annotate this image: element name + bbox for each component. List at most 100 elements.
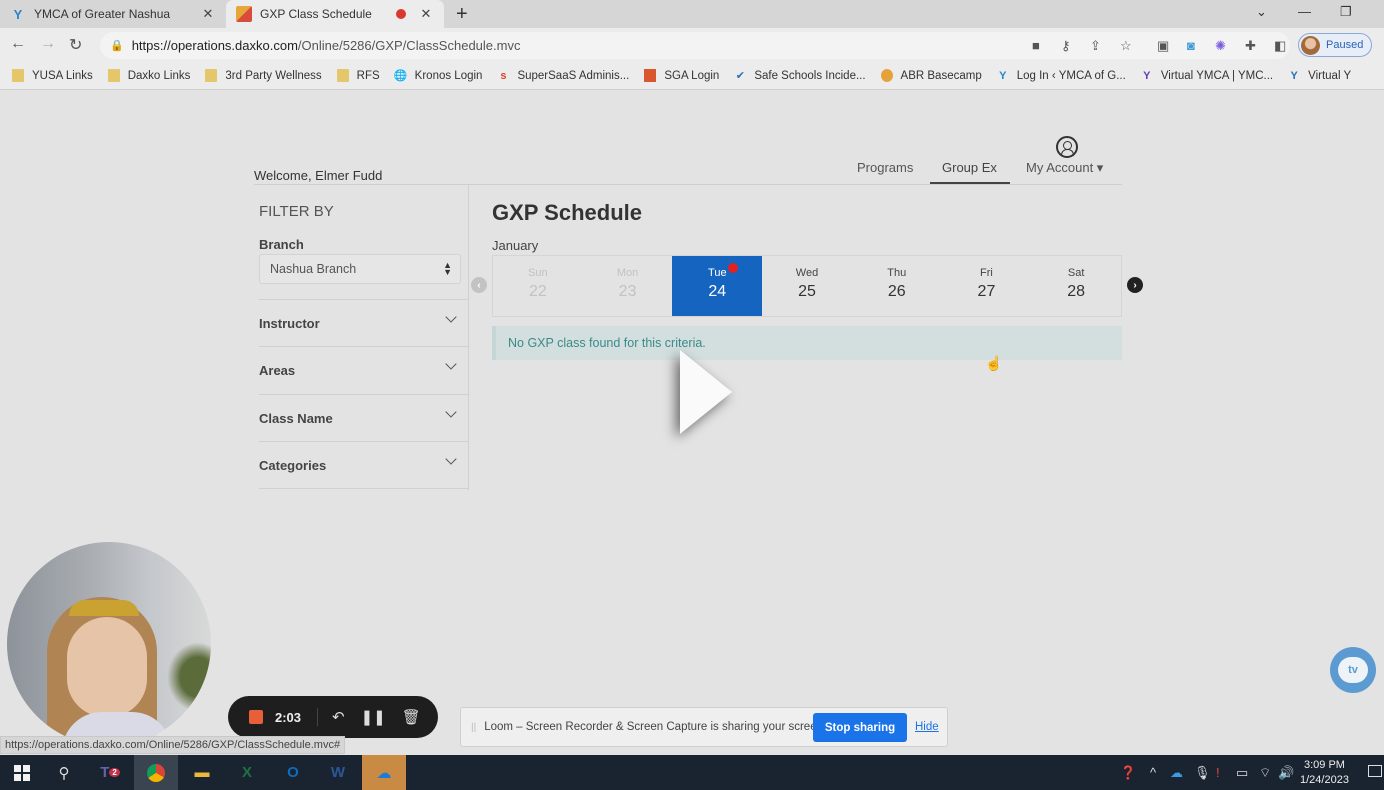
hide-link[interactable]: Hide <box>915 721 939 733</box>
undo-icon[interactable]: ↶ <box>332 708 345 726</box>
screen-share-notice: || Loom – Screen Recorder & Screen Captu… <box>460 707 948 747</box>
filter-class-name[interactable]: Class Name <box>259 394 469 441</box>
address-bar[interactable]: 🔒 https://operations.daxko.com/Online/52… <box>100 32 1290 59</box>
webcam-bubble[interactable] <box>7 542 211 746</box>
word-icon[interactable]: W <box>316 755 360 790</box>
extension-icon[interactable]: ▣ <box>1157 38 1169 54</box>
tab-gxp-schedule[interactable]: GXP Class Schedule ✕ <box>226 0 444 28</box>
excel-icon[interactable]: X <box>225 755 269 790</box>
branch-select[interactable]: Nashua Branch ▲ ▼ <box>259 254 461 284</box>
notification-center-icon[interactable] <box>1368 765 1382 777</box>
extensions-puzzle-icon[interactable]: ✚ <box>1245 38 1256 54</box>
filter-categories[interactable]: Categories <box>259 441 469 488</box>
filter-divider <box>259 488 469 489</box>
new-tab-button[interactable]: + <box>456 3 468 26</box>
bookmark-label: YUSA Links <box>32 69 93 82</box>
minimize-button[interactable]: — <box>1298 4 1311 19</box>
day-fri[interactable]: Fri 27 <box>942 256 1032 316</box>
onedrive-tray-icon[interactable]: ☁ <box>1170 765 1183 781</box>
back-button[interactable]: ← <box>10 35 26 53</box>
recording-tray-icon[interactable]: ! <box>1216 765 1220 780</box>
bookmark-star-icon[interactable]: ☆ <box>1120 38 1132 54</box>
next-week-button[interactable]: › <box>1127 277 1143 293</box>
bookmark-label: 3rd Party Wellness <box>225 69 322 82</box>
url-path: /Online/5286/GXP/ClassSchedule.mvc <box>297 38 521 53</box>
help-icon[interactable]: ❓ <box>1120 765 1136 781</box>
loom-extension-icon[interactable]: ◙ <box>1187 38 1195 53</box>
show-hidden-icons[interactable]: ^ <box>1150 765 1156 780</box>
link-status-bar: https://operations.daxko.com/Online/5286… <box>0 736 346 754</box>
forward-button[interactable]: → <box>40 35 56 53</box>
user-account-icon[interactable] <box>1056 136 1078 158</box>
day-name: Thu <box>887 267 907 279</box>
stop-recording-button[interactable] <box>249 710 263 724</box>
system-clock[interactable]: 3:09 PM 1/24/2023 <box>1300 758 1349 788</box>
onedrive-icon[interactable]: ☁ <box>362 755 406 790</box>
close-tab-icon[interactable]: ✕ <box>418 6 434 22</box>
bookmark-rfs[interactable]: RFS <box>336 69 380 82</box>
start-button[interactable] <box>0 755 44 790</box>
day-name: Sat <box>1067 267 1085 279</box>
check-icon: ✔ <box>735 70 745 82</box>
bookmark-sga-login[interactable]: SGA Login <box>644 69 719 82</box>
windows-logo-icon <box>14 764 30 781</box>
teams-icon[interactable]: T2 <box>88 755 132 790</box>
bookmark-safe-schools[interactable]: ✔ Safe Schools Incide... <box>734 69 866 83</box>
stop-sharing-button[interactable]: Stop sharing <box>813 713 907 742</box>
microphone-icon[interactable]: 🎙 <box>1194 765 1211 781</box>
day-wed[interactable]: Wed 25 <box>762 256 852 316</box>
schedule-title: GXP Schedule <box>492 200 642 225</box>
nav-group-ex[interactable]: Group Ex <box>942 160 997 175</box>
filter-areas[interactable]: Areas <box>259 346 469 393</box>
pause-icon[interactable]: ❚❚ <box>361 708 386 726</box>
volume-icon[interactable]: 🔊 <box>1278 765 1294 781</box>
bookmark-virtual-y[interactable]: Y Virtual Y <box>1288 69 1351 82</box>
filter-instructor[interactable]: Instructor <box>259 299 469 346</box>
nav-programs[interactable]: Programs <box>857 160 913 175</box>
tv-help-widget[interactable]: tv <box>1330 647 1376 693</box>
day-sun[interactable]: Sun 22 <box>493 256 583 316</box>
bookmark-abr-basecamp[interactable]: ABR Basecamp <box>880 69 982 82</box>
bookmark-supersaas[interactable]: s SuperSaaS Adminis... <box>497 69 629 82</box>
bookmark-log-in-ymca[interactable]: Y Log In ‹ YMCA of G... <box>997 69 1126 82</box>
day-number: 28 <box>1067 283 1086 300</box>
bookmark-kronos-login[interactable]: 🌐 Kronos Login <box>394 69 483 83</box>
day-sat[interactable]: Sat 28 <box>1031 256 1121 316</box>
outlook-icon[interactable]: O <box>271 755 315 790</box>
search-icon[interactable]: ⚲ <box>42 755 86 790</box>
day-thu[interactable]: Thu 26 <box>852 256 942 316</box>
play-icon[interactable] <box>680 350 732 434</box>
bookmark-3rd-party-wellness[interactable]: 3rd Party Wellness <box>205 69 322 82</box>
windows-taskbar: ⚲ T2 ▬ X O W ☁ ❓ ^ ☁ 🎙 ! ▭ ⌔ 🔊 3:09 PM 1… <box>0 755 1384 790</box>
close-tab-icon[interactable]: ✕ <box>200 6 216 22</box>
side-panel-icon[interactable]: ◧ <box>1274 38 1286 54</box>
camera-icon[interactable]: ■ <box>1032 38 1040 53</box>
share-icon[interactable]: ⇪ <box>1090 38 1101 54</box>
trash-icon[interactable]: 🗑 <box>402 708 421 726</box>
wifi-icon[interactable]: ⌔ <box>1259 765 1271 781</box>
bookmark-yusa-links[interactable]: YUSA Links <box>12 69 93 82</box>
tab-ymca[interactable]: Y YMCA of Greater Nashua ✕ <box>0 0 226 28</box>
bookmark-label: RFS <box>356 69 380 82</box>
nav-my-account[interactable]: My Account ▾ <box>1026 160 1103 176</box>
maximize-button[interactable]: ❐ <box>1340 4 1352 20</box>
previous-week-button[interactable]: ‹ <box>471 277 487 293</box>
url-host: https://operations.daxko.com <box>131 38 298 53</box>
day-tue[interactable]: Tue 24 <box>672 256 763 316</box>
drag-handle-icon[interactable]: || <box>471 722 476 733</box>
extension-gear-icon[interactable]: ✺ <box>1215 38 1226 54</box>
no-classes-alert: No GXP class found for this criteria. <box>492 326 1122 360</box>
tab-search-icon[interactable]: ⌄ <box>1256 4 1267 20</box>
day-number: 27 <box>977 283 996 300</box>
reload-button[interactable]: ↻ <box>69 35 82 55</box>
profile-button[interactable]: Paused <box>1298 33 1372 57</box>
chrome-icon[interactable] <box>134 755 178 790</box>
filter-section-label: Categories <box>259 457 327 473</box>
file-explorer-icon[interactable]: ▬ <box>180 755 224 790</box>
bookmark-daxko-links[interactable]: Daxko Links <box>107 69 190 82</box>
day-mon[interactable]: Mon 23 <box>583 256 673 316</box>
battery-icon[interactable]: ▭ <box>1236 765 1248 781</box>
bookmark-virtual-ymca[interactable]: Y Virtual YMCA | YMC... <box>1141 69 1273 82</box>
key-icon[interactable]: ⚷ <box>1061 38 1071 54</box>
welcome-message: Welcome, Elmer Fudd <box>254 168 383 183</box>
